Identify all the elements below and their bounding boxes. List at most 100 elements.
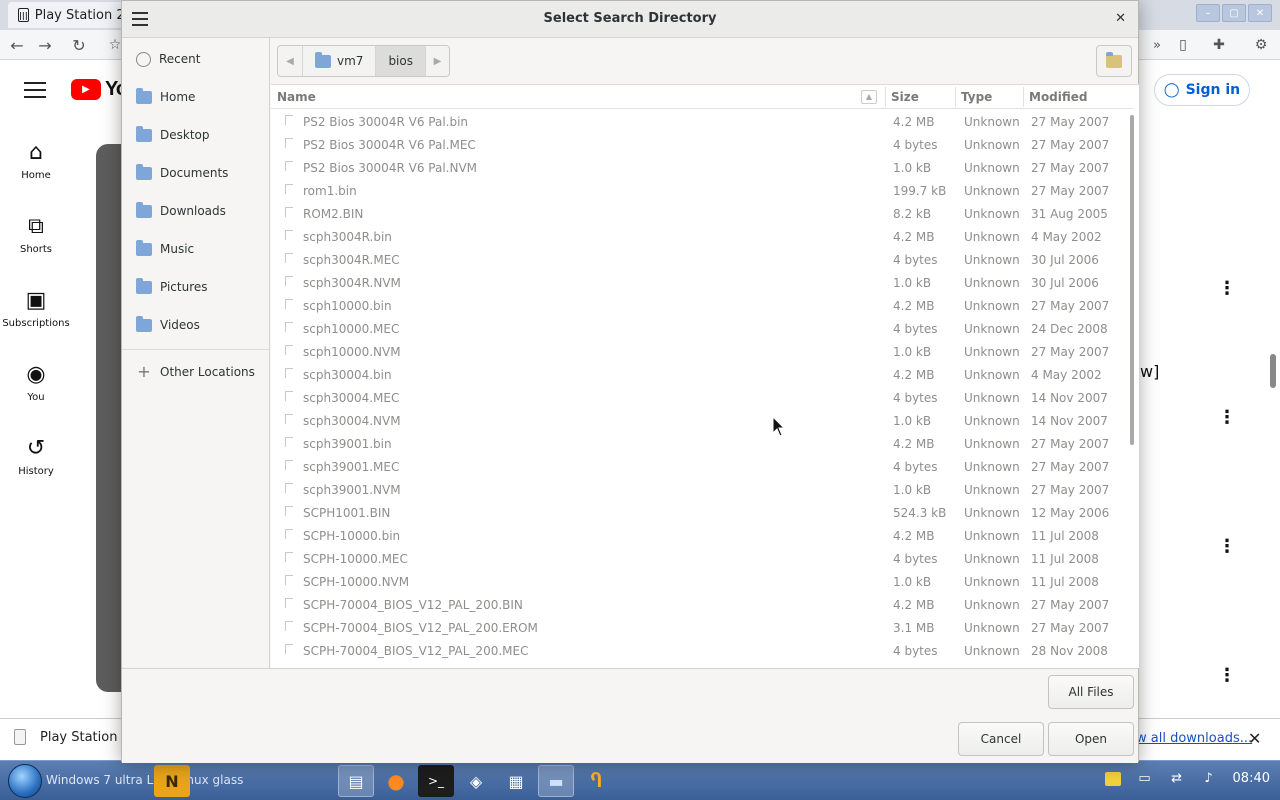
file-row[interactable]: scph30004.MEC 4 bytes Unknown 14 Nov 2007	[271, 387, 1111, 410]
file-icon	[285, 552, 293, 562]
file-row[interactable]: scph3004R.NVM 1.0 kB Unknown 30 Jul 2006	[271, 272, 1111, 295]
file-row[interactable]: scph10000.bin 4.2 MB Unknown 27 May 2007	[271, 295, 1111, 318]
yt-nav-home[interactable]: ⌂ Home	[0, 140, 72, 181]
place-other-locations[interactable]: + Other Locations	[122, 357, 269, 387]
open-button[interactable]: Open	[1048, 722, 1134, 756]
file-row[interactable]: PS2 Bios 30004R V6 Pal.NVM 1.0 kB Unknown 2…	[271, 157, 1111, 180]
tools-menu-icon[interactable]: ⚙	[1250, 34, 1272, 56]
column-name[interactable]: Name	[277, 90, 316, 104]
file-filter-button[interactable]: All Files	[1048, 675, 1134, 709]
file-row[interactable]: scph30004.NVM 1.0 kB Unknown 14 Nov 2007	[271, 410, 1111, 433]
file-row[interactable]: SCPH-10000.MEC 4 bytes Unknown 11 Jul 2008	[271, 548, 1111, 571]
file-icon	[285, 276, 293, 286]
file-manager-icon[interactable]: ▬	[538, 765, 574, 797]
network-status-icon[interactable]: ⇄	[1169, 771, 1185, 786]
terminal-icon[interactable]: >_	[418, 765, 454, 797]
more-options-icon[interactable]: ⋮	[1218, 409, 1236, 427]
file-row[interactable]: SCPH-70004_BIOS_V12_PAL_200.BIN 4.2 MB Unk…	[271, 594, 1111, 617]
create-folder-button[interactable]	[1096, 45, 1132, 77]
yt-nav-history[interactable]: ↺ History	[0, 436, 72, 477]
path-segment-bios[interactable]: bios	[375, 46, 425, 76]
place-desktop[interactable]: Desktop	[122, 120, 269, 150]
file-icon	[285, 230, 293, 240]
file-name: PS2 Bios 30004R V6 Pal.NVM	[303, 161, 477, 175]
page-scrollbar[interactable]	[1270, 354, 1276, 388]
file-row[interactable]: scph10000.NVM 1.0 kB Unknown 27 May 2007	[271, 341, 1111, 364]
network-icon[interactable]: ◈	[458, 765, 494, 797]
yt-nav-shorts[interactable]: ⧉ Shorts	[0, 214, 72, 255]
file-row[interactable]: SCPH1001.BIN 524.3 kB Unknown 12 May 2006	[271, 502, 1111, 525]
close-window-button[interactable]: ✕	[1248, 4, 1272, 22]
file-size: 1.0 kB	[893, 345, 932, 359]
path-scroll-right-icon[interactable]: ▶	[424, 46, 449, 76]
file-row[interactable]: scph3004R.bin 4.2 MB Unknown 4 May 2002	[271, 226, 1111, 249]
file-row[interactable]: scph39001.bin 4.2 MB Unknown 27 May 2007	[271, 433, 1111, 456]
close-icon[interactable]: ✕	[1115, 11, 1126, 26]
yt-nav-you[interactable]: ◉ You	[0, 362, 72, 403]
sign-in-button[interactable]: ◯ Sign in	[1154, 74, 1250, 106]
close-icon[interactable]: ✕	[1248, 729, 1261, 748]
file-row[interactable]: scph39001.MEC 4 bytes Unknown 27 May 2007	[271, 456, 1111, 479]
place-documents[interactable]: Documents	[122, 158, 269, 188]
place-home[interactable]: Home	[122, 82, 269, 112]
yt-nav-subscriptions[interactable]: ▣ Subscriptions	[0, 288, 72, 329]
scanner-icon[interactable]: ▦	[498, 765, 534, 797]
file-row[interactable]: SCPH-10000.bin 4.2 MB Unknown 11 Jul 2008	[271, 525, 1111, 548]
browser-tab[interactable]: ||| Play Station 2 B	[8, 2, 124, 28]
start-button[interactable]	[8, 764, 42, 798]
file-row[interactable]: PS2 Bios 30004R V6 Pal.MEC 4 bytes Unknown…	[271, 134, 1111, 157]
path-segment-vm7[interactable]: vm7	[302, 46, 375, 76]
file-name: scph39001.MEC	[303, 460, 400, 474]
firefox-icon[interactable]: ●	[378, 765, 414, 797]
column-size[interactable]: Size	[891, 90, 919, 104]
maximize-button[interactable]: ▢	[1222, 4, 1246, 22]
file-icon	[285, 506, 293, 516]
file-size: 4 bytes	[893, 322, 938, 336]
file-row[interactable]: SCPH-10000.NVM 1.0 kB Unknown 11 Jul 2008	[271, 571, 1111, 594]
more-options-icon[interactable]: ⋮	[1218, 538, 1236, 556]
app-icon[interactable]: Ⴄ	[578, 765, 614, 797]
back-icon[interactable]: ←	[6, 34, 28, 56]
more-options-icon[interactable]: ⋮	[1218, 667, 1236, 685]
volume-icon[interactable]: ♪	[1201, 771, 1217, 786]
file-row[interactable]: ROM2.BIN 8.2 kB Unknown 31 Aug 2005	[271, 203, 1111, 226]
clock[interactable]: 08:40	[1233, 771, 1270, 786]
file-row[interactable]: SCPH-70004_BIOS_V12_PAL_200.MEC 4 bytes Un…	[271, 640, 1111, 663]
youtube-logo[interactable]: ▶ Yo	[71, 78, 128, 101]
show-all-downloads-link[interactable]: w all downloads...	[1136, 731, 1252, 746]
file-type: Unknown	[964, 299, 1020, 313]
path-scroll-left-icon[interactable]: ◀	[278, 46, 302, 76]
file-cabinet-icon[interactable]: ▤	[338, 765, 374, 797]
minimize-button[interactable]: –	[1196, 4, 1220, 22]
column-type[interactable]: Type	[961, 90, 992, 104]
tools-icon[interactable]: ✚	[1208, 34, 1230, 56]
file-row[interactable]: scph3004R.MEC 4 bytes Unknown 30 Jul 2006	[271, 249, 1111, 272]
place-pictures[interactable]: Pictures	[122, 272, 269, 302]
download-item[interactable]: Play Station 2	[14, 729, 130, 745]
page-menu-icon[interactable]: ▯	[1172, 34, 1194, 56]
file-row[interactable]: rom1.bin 199.7 kB Unknown 27 May 2007	[271, 180, 1111, 203]
place-music[interactable]: Music	[122, 234, 269, 264]
place-downloads[interactable]: Downloads	[122, 196, 269, 226]
cancel-button[interactable]: Cancel	[958, 722, 1044, 756]
file-name: scph39001.NVM	[303, 483, 401, 497]
yt-menu-icon[interactable]	[24, 82, 46, 98]
app-launcher-icon[interactable]: N	[154, 765, 190, 797]
place-recent[interactable]: Recent	[122, 44, 269, 74]
file-list-scrollbar[interactable]	[1130, 115, 1134, 445]
place-videos[interactable]: Videos	[122, 310, 269, 340]
file-row[interactable]: SCPH-70004_BIOS_V12_PAL_200.EROM 3.1 MB Un…	[271, 617, 1111, 640]
overflow-chevron-icon[interactable]: »	[1146, 34, 1168, 56]
file-row[interactable]: scph30004.bin 4.2 MB Unknown 4 May 2002	[271, 364, 1111, 387]
notes-icon[interactable]	[1104, 771, 1121, 786]
column-modified[interactable]: Modified	[1029, 90, 1088, 104]
file-row[interactable]: scph10000.MEC 4 bytes Unknown 24 Dec 2008	[271, 318, 1111, 341]
forward-icon[interactable]: →	[34, 34, 56, 56]
file-modified: 14 Nov 2007	[1031, 414, 1108, 428]
file-name: SCPH-10000.MEC	[303, 552, 408, 566]
reload-icon[interactable]: ↻	[68, 34, 90, 56]
more-options-icon[interactable]: ⋮	[1218, 280, 1236, 298]
printer-icon[interactable]: ▭	[1137, 771, 1153, 786]
file-row[interactable]: scph39001.NVM 1.0 kB Unknown 27 May 2007	[271, 479, 1111, 502]
file-row[interactable]: PS2 Bios 30004R V6 Pal.bin 4.2 MB Unknown 2…	[271, 111, 1111, 134]
